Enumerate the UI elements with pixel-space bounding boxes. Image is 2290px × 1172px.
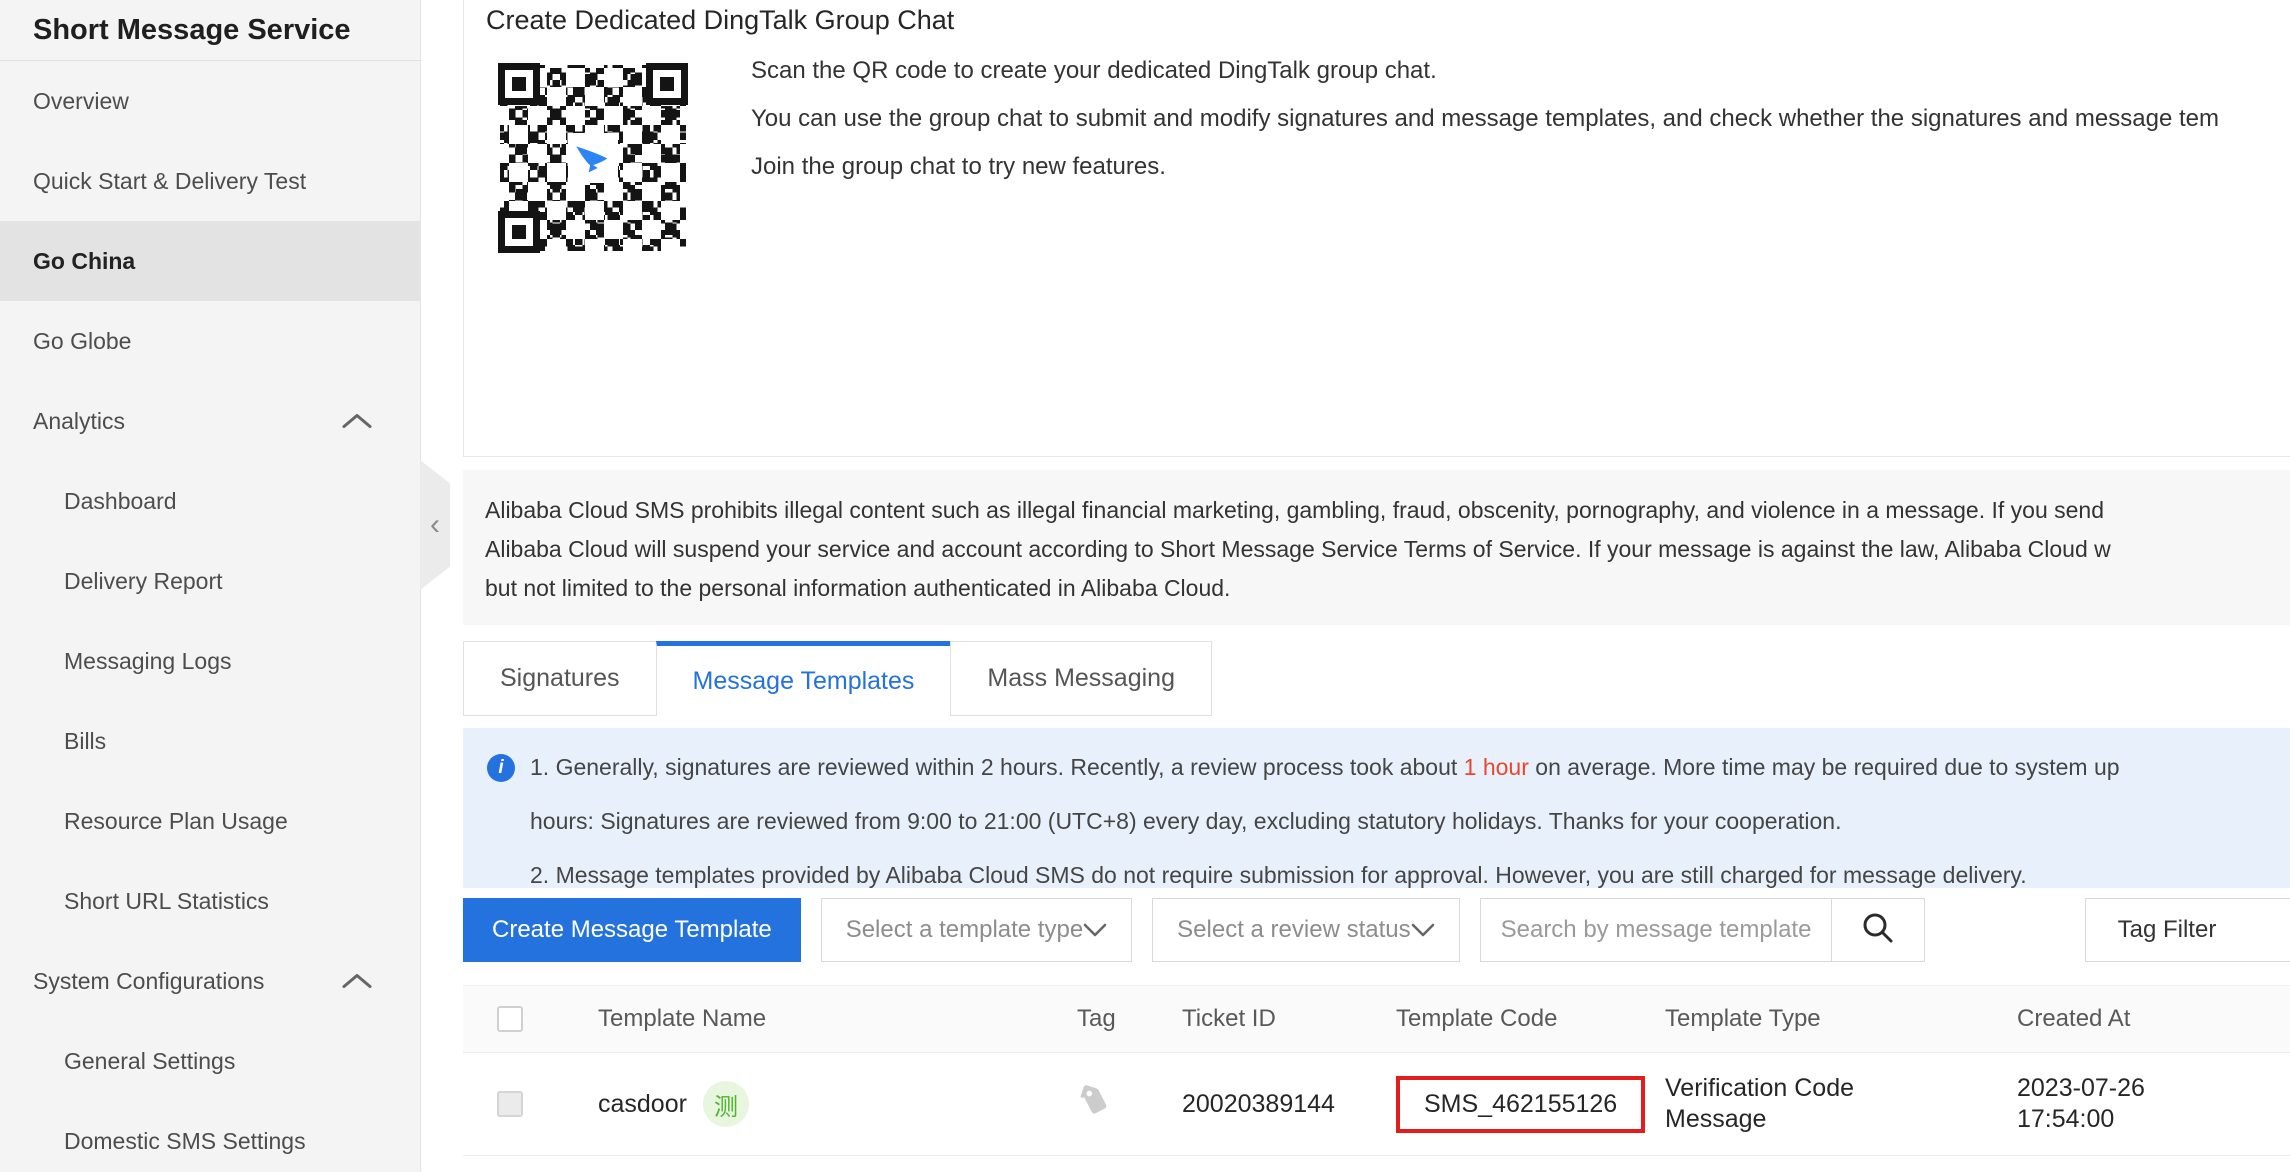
col-header-template-name: Template Name: [598, 1005, 767, 1032]
chevron-down-icon: [1411, 916, 1435, 944]
template-toolbar: Create Message Template Select a templat…: [463, 898, 2290, 962]
sidebar-item-overview[interactable]: Overview: [0, 61, 420, 141]
col-header-created-at: Created At: [2017, 1005, 2131, 1032]
info-line-3: 2. Message templates provided by Alibaba…: [530, 862, 2027, 888]
tag-icon: [1077, 1084, 1111, 1124]
sidebar-item-resource-plan-usage[interactable]: Resource Plan Usage: [0, 781, 420, 861]
sidebar-item-domestic-sms-settings[interactable]: Domestic SMS Settings: [0, 1101, 420, 1172]
search-input[interactable]: [1480, 899, 1831, 961]
table-row: casdoor 测 20020389144 SMS_462155126 Veri…: [463, 1053, 2290, 1156]
tag-filter-button[interactable]: Tag Filter: [2084, 898, 2290, 962]
dingtalk-description: Scan the QR code to create your dedicate…: [751, 47, 2219, 191]
tab-message-templates[interactable]: Message Templates: [655, 641, 952, 716]
sidebar-item-quick-start[interactable]: Quick Start & Delivery Test: [0, 141, 420, 221]
chevron-up-icon: [342, 968, 372, 995]
qr-finder-topleft: [498, 63, 540, 105]
col-header-tag: Tag: [1077, 1005, 1116, 1032]
review-time-highlight: 1 hour: [1463, 754, 1529, 780]
tag-cell: [1077, 1084, 1182, 1125]
qr-finder-topright: [646, 63, 688, 105]
sidebar-collapse-handle[interactable]: ‹: [420, 460, 450, 590]
dingtalk-card-title: Create Dedicated DingTalk Group Chat: [486, 5, 955, 35]
sidebar-item-dashboard[interactable]: Dashboard: [0, 461, 420, 541]
chevron-left-icon: ‹: [430, 508, 440, 541]
sms-console-screen: Short Message Service Overview Quick Sta…: [0, 0, 2290, 1172]
notice-line-2: Alibaba Cloud will suspend your service …: [485, 536, 2111, 562]
created-at-cell: 2023-07-26 17:54:00: [2017, 1073, 2290, 1135]
select-all-checkbox[interactable]: [497, 1006, 523, 1032]
sidebar-item-delivery-report[interactable]: Delivery Report: [0, 541, 420, 621]
dingtalk-line-2: You can use the group chat to submit and…: [751, 105, 2219, 132]
test-badge: 测: [702, 1081, 749, 1127]
sidebar-item-system-configurations[interactable]: System Configurations: [0, 941, 420, 1021]
compliance-notice: Alibaba Cloud SMS prohibits illegal cont…: [463, 470, 2290, 625]
dingtalk-line-3: Join the group chat to try new features.: [751, 153, 1166, 180]
sidebar-item-short-url-statistics[interactable]: Short URL Statistics: [0, 861, 420, 941]
message-templates-table: Template Name Tag Ticket ID Template Cod…: [463, 985, 2290, 1156]
template-name-cell: casdoor 测: [598, 1081, 1077, 1127]
review-info-text: 1. Generally, signatures are reviewed wi…: [530, 728, 2290, 902]
col-header-ticket-id: Ticket ID: [1182, 1005, 1276, 1032]
created-time: 17:54:00: [2017, 1105, 2115, 1133]
template-search: [1479, 898, 1925, 962]
template-code-annotation-box: SMS_462155126: [1396, 1075, 1646, 1133]
chevron-up-icon: [342, 408, 372, 435]
template-code-cell: SMS_462155126: [1396, 1075, 1665, 1133]
chevron-down-icon: [1083, 916, 1107, 944]
row-checkbox[interactable]: [497, 1091, 523, 1117]
create-message-template-button[interactable]: Create Message Template: [463, 898, 801, 962]
sidebar-item-go-china[interactable]: Go China: [0, 221, 420, 301]
search-icon: [1861, 911, 1895, 950]
review-status-select[interactable]: Select a review status: [1152, 898, 1460, 962]
info-line-1: 1. Generally, signatures are reviewed wi…: [530, 754, 2120, 780]
table-header-row: Template Name Tag Ticket ID Template Cod…: [463, 985, 2290, 1053]
tab-signatures[interactable]: Signatures: [463, 641, 657, 716]
col-header-template-code: Template Code: [1396, 1005, 1558, 1032]
sidebar: Short Message Service Overview Quick Sta…: [0, 0, 421, 1172]
review-info-banner: i 1. Generally, signatures are reviewed …: [463, 728, 2290, 888]
qr-finder-bottomleft: [498, 211, 540, 253]
ticket-id-cell: 20020389144: [1182, 1089, 1335, 1118]
sidebar-item-general-settings[interactable]: General Settings: [0, 1021, 420, 1101]
dingtalk-qr-code: [498, 63, 688, 253]
tab-mass-messaging[interactable]: Mass Messaging: [950, 641, 1212, 716]
sidebar-title: Short Message Service: [0, 0, 420, 61]
search-button[interactable]: [1830, 899, 1924, 961]
sidebar-item-analytics[interactable]: Analytics: [0, 381, 420, 461]
template-type-select[interactable]: Select a template type: [820, 898, 1133, 962]
info-icon: i: [487, 754, 515, 782]
info-line-2: hours: Signatures are reviewed from 9:00…: [530, 808, 1842, 834]
template-code: SMS_462155126: [1424, 1089, 1618, 1118]
template-type-cell: Verification Code Message: [1665, 1074, 1855, 1133]
notice-line-1: Alibaba Cloud SMS prohibits illegal cont…: [485, 497, 2105, 523]
dingtalk-card: Create Dedicated DingTalk Group Chat Sca…: [463, 0, 2290, 457]
content-tabs: Signatures Message Templates Mass Messag…: [463, 641, 1212, 716]
sidebar-menu: Overview Quick Start & Delivery Test Go …: [0, 61, 420, 1172]
sidebar-item-bills[interactable]: Bills: [0, 701, 420, 781]
dingtalk-wing-icon: [568, 133, 618, 183]
col-header-template-type: Template Type: [1665, 1005, 1821, 1032]
notice-line-3: but not limited to the personal informat…: [485, 575, 1231, 601]
sidebar-item-messaging-logs[interactable]: Messaging Logs: [0, 621, 420, 701]
sidebar-item-go-globe[interactable]: Go Globe: [0, 301, 420, 381]
dingtalk-line-1: Scan the QR code to create your dedicate…: [751, 57, 1437, 84]
created-date: 2023-07-26: [2017, 1074, 2145, 1102]
template-name: casdoor: [598, 1089, 687, 1118]
